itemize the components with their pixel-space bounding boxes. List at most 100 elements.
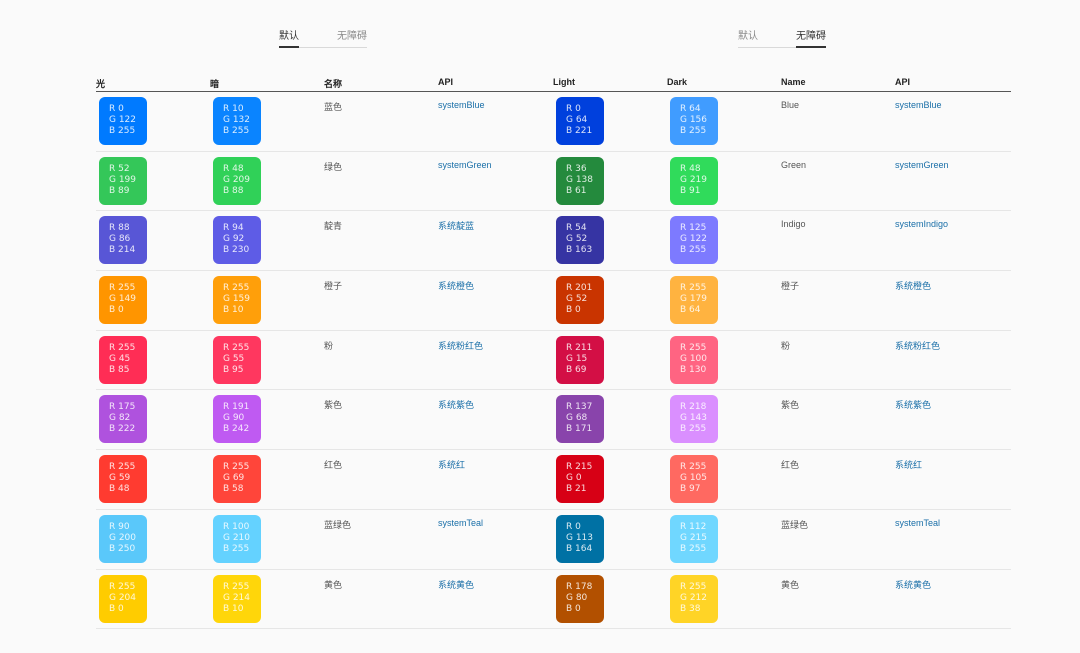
r-value: R 36 (566, 163, 587, 174)
api-link[interactable]: systemBlue (438, 100, 485, 110)
b-value: B 89 (109, 185, 130, 196)
r-value: R 48 (680, 163, 701, 174)
light-color-swatch: R 211 G 15 B 69 (556, 335, 604, 384)
table-header: 光 暗 名称 API (96, 77, 554, 92)
api-link[interactable]: systemTeal (895, 518, 940, 528)
g-value: G 200 (109, 532, 137, 543)
api-link[interactable]: 系统紫色 (438, 398, 474, 411)
color-name: 黄色 (781, 579, 800, 590)
r-value: R 137 (566, 402, 593, 413)
api-link[interactable]: systemBlue (895, 100, 942, 110)
g-value: G 204 (109, 592, 137, 603)
light-color-swatch: R 88 G 86 B 214 (99, 216, 147, 265)
tab-default[interactable]: 默认 (738, 25, 758, 47)
api-link[interactable]: 系统紫色 (895, 398, 931, 411)
default-colors-panel: 默认 无障碍 光 暗 名称 API R 0G 122 B 255 R 10 G 132… (96, 0, 554, 653)
g-value: G 45 (109, 353, 131, 364)
g-value: G 209 (223, 174, 251, 185)
dark-color-swatch: R 191 G 90 B 242 (213, 395, 261, 444)
dark-color-swatch: R 255 G 179 B 64 (670, 276, 718, 325)
r-value: R 255 (109, 462, 136, 473)
light-color-swatch: R 215 G 0B 21 (556, 455, 604, 504)
color-name: 蓝绿色 (781, 519, 809, 530)
b-value: B 221 (566, 126, 593, 136)
api-link[interactable]: systemGreen (895, 160, 949, 170)
table-row: R 0G 113 B 164 R 112 G 215 B 255 蓝绿色 systemTea… (553, 510, 1011, 570)
color-name: 蓝绿色 (324, 519, 352, 530)
b-value: B 130 (680, 364, 707, 375)
b-value: B 97 (680, 484, 701, 495)
dark-color-swatch: R 112 G 215 B 255 (670, 514, 718, 563)
header-light: Light (553, 77, 575, 87)
r-value: R 94 (223, 223, 244, 234)
light-color-swatch: R 36 G 138 B 61 (556, 156, 604, 205)
g-value: G 68 (566, 413, 588, 424)
header-light: 光 (96, 79, 106, 89)
api-link[interactable]: 系统橙色 (895, 279, 931, 292)
light-color-swatch: R 255 G 149 B 0 (99, 276, 147, 325)
r-value: R 175 (109, 402, 136, 413)
table-row: R 255 G 204 B 0R 255 G 214 B 10 黄色 系统黄色 (96, 570, 554, 630)
tab-default[interactable]: 默认 (279, 25, 299, 48)
g-value: G 215 (680, 532, 708, 543)
api-link[interactable]: systemTeal (438, 518, 483, 528)
color-name: 绿色 (324, 161, 343, 172)
api-link[interactable]: 系统粉红色 (438, 339, 483, 352)
table-header: Light Dark Name API (553, 77, 1011, 92)
g-value: G 132 (223, 115, 251, 125)
api-link[interactable]: 系统粉红色 (895, 339, 940, 352)
table-row: R 36 G 138 B 61 R 48 G 219 B 91 Green systemGre… (553, 152, 1011, 212)
api-link[interactable]: 系统红 (895, 458, 922, 471)
table-row: R 211 G 15 B 69 R 255 G 100 B 130 粉 系统粉红色 (553, 331, 1011, 391)
b-value: B 10 (223, 603, 244, 614)
g-value: G 55 (223, 353, 245, 364)
r-value: R 52 (109, 163, 130, 174)
b-value: B 255 (223, 126, 250, 136)
tab-accessible[interactable]: 无障碍 (796, 25, 826, 48)
table-row: R 0G 64 B 221 R 64 G 156 B 255 Blue systemBlue (553, 92, 1011, 152)
g-value: G 0 (566, 473, 582, 484)
header-dark: Dark (667, 77, 688, 87)
tab-bar: 默认 无障碍 (738, 25, 826, 48)
dark-color-swatch: R 125 G 122 B 255 (670, 216, 718, 265)
color-table-body: R 0G 122 B 255 R 10 G 132 B 255 蓝色 systemBlue R… (96, 92, 554, 630)
dark-color-swatch: R 64 G 156 B 255 (670, 97, 718, 145)
api-link[interactable]: 系统黄色 (438, 578, 474, 591)
table-row: R 137 G 68 B 171 R 218 G 143 B 255 紫色 系统紫色 (553, 390, 1011, 451)
b-value: B 222 (109, 424, 136, 435)
dark-color-swatch: R 255 G 214 B 10 (213, 574, 261, 623)
g-value: G 156 (680, 115, 708, 125)
g-value: G 210 (223, 532, 251, 543)
color-name: 黄色 (324, 579, 343, 590)
api-link[interactable]: systemIndigo (895, 219, 948, 229)
r-value: R 64 (680, 104, 701, 114)
api-link[interactable]: systemGreen (438, 160, 492, 170)
dark-color-swatch: R 255 G 55 B 95 (213, 335, 261, 384)
g-value: G 159 (223, 294, 251, 305)
b-value: B 164 (566, 543, 593, 554)
color-name: 紫色 (324, 400, 343, 411)
r-value: R 255 (223, 283, 250, 294)
r-value: R 211 (566, 342, 593, 353)
r-value: R 112 (680, 521, 707, 532)
table-row: R 88 G 86 B 214 R 94 G 92 B 230 靛青 系统靛蓝 (96, 211, 554, 272)
r-value: R 54 (566, 223, 587, 234)
tab-accessible[interactable]: 无障碍 (337, 25, 367, 47)
light-color-swatch: R 0G 64 B 221 (556, 97, 604, 145)
light-color-swatch: R 201 G 52 B 0 (556, 276, 604, 325)
b-value: B 214 (109, 245, 136, 256)
api-link[interactable]: 系统橙色 (438, 279, 474, 292)
g-value: G 179 (680, 294, 708, 305)
color-name: 橙子 (324, 281, 343, 292)
r-value: R 48 (223, 163, 244, 174)
r-value: R 255 (109, 283, 136, 294)
api-link[interactable]: 系统黄色 (895, 578, 931, 591)
r-value: R 0 (566, 104, 581, 114)
table-row: R 215 G 0B 21 R 255 G 105 B 97 红色 系统红 (553, 450, 1011, 510)
r-value: R 201 (566, 283, 593, 294)
api-link[interactable]: 系统红 (438, 458, 465, 471)
b-value: B 48 (109, 484, 130, 495)
r-value: R 178 (566, 581, 593, 592)
api-link[interactable]: 系统靛蓝 (438, 219, 474, 232)
dark-color-swatch: R 255 G 69 B 58 (213, 455, 261, 504)
